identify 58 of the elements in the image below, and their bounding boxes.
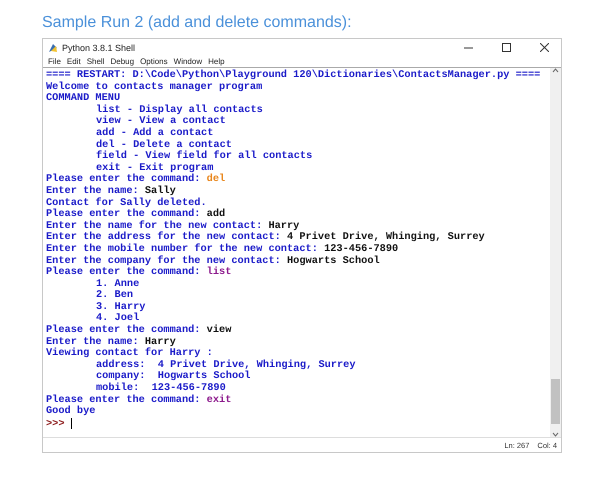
shell-text: address: 4 Privet Drive, Whinging, Surrey [96,358,356,371]
shell-text: Harry [144,336,176,348]
shell-prompt: >>> [46,418,65,430]
scroll-up-icon[interactable] [552,68,559,73]
shell-text: 4 Privet Drive, Whinging, Surrey [287,231,485,244]
shell-text: 3. Harry [96,300,146,313]
shell-text: Good bye [46,405,96,418]
shell-text: Harry [268,220,300,232]
shell-text: 2. Ben [96,289,134,302]
shell-text: 4. Joel [96,312,140,324]
menu-item[interactable]: Shell [86,57,104,66]
shell-text: Please enter the command: [46,324,202,336]
page-heading: Sample Run 2 (add and delete commands): [42,14,353,32]
text-cursor [70,418,72,429]
maximize-icon [502,43,510,52]
shell-text: field - View field for all contacts [96,150,312,162]
shell-text: view [206,324,232,336]
python-icon [48,42,58,52]
shell-text: add [206,208,226,220]
shell-text: exit - Exit program [96,162,214,174]
shell-text: Enter the mobile number for the new contact: [46,242,319,255]
shell-text: Please enter the command: [46,208,202,220]
menu-item[interactable]: Options [140,57,168,66]
shell-text: list [206,266,232,278]
shell-text: view - View a contact [96,115,226,128]
shell-text: 123-456-7890 [324,242,398,255]
shell-text: Please enter the command: [46,173,202,186]
shell-text: add - Add a contact [96,126,214,139]
menu-item[interactable]: Debug [110,57,134,66]
close-icon [540,43,548,52]
shell-text: 1. Anne [96,278,140,290]
shell-text: list - Display all contacts [96,104,263,116]
menu-item[interactable]: Help [208,57,225,66]
shell-text: Enter the address for the new contact: [46,231,282,244]
shell-text: Enter the name for the new contact: [46,220,264,232]
shell-text: Welcome to contacts manager program [46,80,262,93]
shell-text: Please enter the command: [46,394,202,406]
shell-text: ==== RESTART: D:\Code\Python\Playground 120\Dictionaries\ContactsManager.py ==== [46,69,540,81]
shell-text: company: Hogwarts School [96,370,250,382]
shell-text: Contact for Sally deleted. [46,196,207,209]
scroll-down-icon[interactable] [552,432,559,437]
shell-text: Enter the name: [46,184,140,197]
scroll-thumb[interactable] [551,379,560,424]
shell-text: Sally [144,184,176,197]
menu-item[interactable]: File [48,57,61,66]
shell-text: COMMAND MENU [46,92,120,104]
shell-text: del - Delete a contact [96,138,232,151]
shell-text: Enter the company for the new contact: [46,254,282,266]
shell-text: Viewing contact for Harry : [46,347,213,360]
shell-text: mobile: 123-456-7890 [96,382,226,394]
shell-text: Hogwarts School [287,254,380,266]
shell-text: exit [206,394,232,406]
shell-text: Please enter the command: [46,266,202,278]
menu-item[interactable]: Edit [66,57,81,66]
window-title: Python 3.8.1 Shell [62,42,136,52]
shell-text: Enter the name: [46,336,140,348]
shell-text: del [206,173,226,186]
menu-item[interactable]: Window [174,57,202,66]
